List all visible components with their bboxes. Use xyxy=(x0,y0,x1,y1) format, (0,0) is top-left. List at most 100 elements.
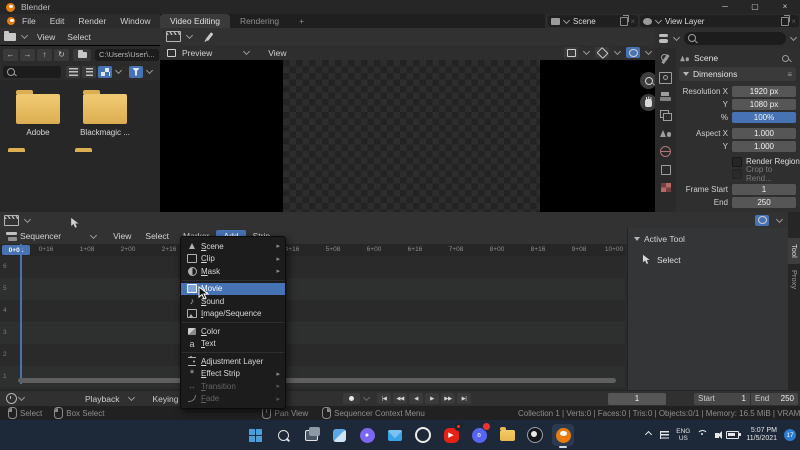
add-menu-item-text[interactable]: a Text xyxy=(181,338,285,351)
sequencer-overlay-dropdown[interactable] xyxy=(775,215,784,223)
play-reverse-button[interactable]: ◀ xyxy=(409,393,423,404)
back-button[interactable]: ← xyxy=(3,48,18,61)
tab-tool[interactable]: Tool xyxy=(788,238,800,264)
close-button[interactable]: × xyxy=(770,0,800,14)
add-menu-item-scene[interactable]: Scene ▸ xyxy=(181,240,285,253)
add-menu-item-color[interactable]: Color xyxy=(181,325,285,338)
preview-display-mode[interactable]: Preview xyxy=(182,48,212,58)
outliner-filter-dropdown[interactable] xyxy=(789,33,798,41)
battery-icon[interactable] xyxy=(726,431,741,439)
current-frame-field[interactable]: 1 xyxy=(608,392,666,405)
folder-item[interactable]: Blackmagic ... xyxy=(75,90,135,137)
refresh-button[interactable]: ↻ xyxy=(54,48,69,61)
world-tab-icon[interactable] xyxy=(660,146,671,157)
record-dropdown[interactable] xyxy=(362,393,371,402)
crop-to-render-checkbox[interactable] xyxy=(732,168,742,179)
blender-menu-icon[interactable] xyxy=(7,17,15,25)
display-horizontal-list-button[interactable] xyxy=(82,65,96,78)
view-layer-selector[interactable]: View Layer × xyxy=(640,15,799,27)
shading-toggle[interactable] xyxy=(626,47,640,58)
playhead-frame-label[interactable]: 0+01 xyxy=(2,245,30,255)
overlay-toggle[interactable] xyxy=(595,46,609,59)
display-thumbnails-button[interactable] xyxy=(98,65,112,78)
forward-button[interactable]: → xyxy=(20,48,35,61)
jump-to-start-button[interactable]: |◀ xyxy=(377,393,391,404)
menu-file[interactable]: File xyxy=(15,14,43,28)
render-tab-icon[interactable] xyxy=(659,72,672,84)
next-keyframe-button[interactable]: ▶▶ xyxy=(441,393,455,404)
add-menu-item-movie[interactable]: Movie xyxy=(181,282,285,295)
texture-tab-icon[interactable] xyxy=(660,183,671,192)
add-menu-item-adjustment-layer[interactable]: Adjustment Layer xyxy=(181,355,285,368)
mail-app[interactable] xyxy=(384,424,406,446)
tool-tab-icon[interactable] xyxy=(660,54,671,64)
folder-item[interactable]: Adobe xyxy=(8,90,68,137)
add-menu-item-mask[interactable]: Mask ▸ xyxy=(181,265,285,278)
taskbar-search[interactable] xyxy=(272,424,294,446)
add-menu-item-clip[interactable]: Clip ▸ xyxy=(181,253,285,266)
task-view-button[interactable] xyxy=(300,424,322,446)
output-tab-icon[interactable] xyxy=(660,92,671,102)
start-button[interactable] xyxy=(244,424,266,446)
frame-end-field[interactable]: 250 xyxy=(732,197,796,208)
sequencer-overlay-toggle[interactable] xyxy=(755,214,769,226)
taskbar-clock[interactable]: 5:07 PM 11/5/2021 xyxy=(746,427,777,443)
outliner-search-input[interactable] xyxy=(684,31,786,45)
add-menu-item-fade[interactable]: Fade ▸ xyxy=(181,393,285,406)
remove-icon[interactable]: × xyxy=(791,17,796,26)
resolution-percent-field[interactable]: 100% xyxy=(732,112,796,123)
sequencer-channels[interactable]: 6 5 4 3 2 1 xyxy=(0,256,625,390)
maximize-button[interactable]: ▢ xyxy=(740,0,770,14)
resolution-y-field[interactable]: 1080 px xyxy=(732,99,796,110)
discord-app[interactable]: ʚ xyxy=(468,422,491,446)
aspect-y-field[interactable]: 1.000 xyxy=(732,141,796,152)
outliner-display-mode-icon[interactable] xyxy=(659,33,669,43)
collection-tab-icon[interactable] xyxy=(660,165,671,175)
menu-edit[interactable]: Edit xyxy=(43,14,72,28)
menu-playback[interactable]: Playback xyxy=(78,392,127,406)
active-tool-row[interactable]: Select xyxy=(628,244,789,265)
sequencer-editor-icon[interactable] xyxy=(166,31,181,42)
timeline-ruler[interactable]: 0+01 0+16 1+08 2+00 2+16 3+08 4+00 4+16 … xyxy=(0,244,625,256)
preview-menu-view[interactable]: View xyxy=(261,46,293,60)
file-browser-editor-icon[interactable] xyxy=(4,30,16,41)
frame-start-field[interactable]: Start 1 xyxy=(694,392,750,405)
frame-start-field[interactable]: 1 xyxy=(732,184,796,195)
auto-keyframe-button[interactable] xyxy=(343,393,360,404)
gizmo-toggle[interactable] xyxy=(564,47,578,58)
tab-rendering[interactable]: Rendering xyxy=(230,14,289,28)
parent-dir-button[interactable]: ↑ xyxy=(37,48,52,61)
add-menu-item-effect-strip[interactable]: * Effect Strip ▸ xyxy=(181,368,285,381)
shading-dropdown[interactable] xyxy=(644,47,653,56)
obs-app[interactable] xyxy=(524,424,546,446)
copy-icon[interactable] xyxy=(781,15,790,26)
sequencer-menu-select[interactable]: Select xyxy=(138,228,176,244)
file-explorer[interactable] xyxy=(496,424,518,446)
file-browser-menu-view[interactable]: View xyxy=(33,30,59,44)
play-button[interactable]: ▶ xyxy=(425,393,439,404)
widgets-button[interactable] xyxy=(328,424,350,446)
clipchamp-app[interactable]: ● xyxy=(356,424,378,446)
filter-button[interactable] xyxy=(129,65,143,78)
unlink-icon[interactable]: × xyxy=(630,17,635,26)
new-directory-button[interactable] xyxy=(73,48,91,61)
minimize-button[interactable]: ─ xyxy=(710,0,740,14)
gizmo-dropdown[interactable] xyxy=(582,47,591,56)
menu-render[interactable]: Render xyxy=(71,14,113,28)
frame-end-field[interactable]: End 250 xyxy=(751,392,798,405)
speaker-icon[interactable] xyxy=(715,430,723,439)
render-region-checkbox[interactable] xyxy=(732,156,742,167)
horizontal-scrollbar[interactable] xyxy=(18,378,616,383)
playhead[interactable] xyxy=(20,244,22,384)
wifi-icon[interactable] xyxy=(697,429,709,441)
ring-app[interactable] xyxy=(412,424,434,446)
search-input[interactable] xyxy=(3,65,61,78)
add-menu-item-sound[interactable]: ♪ Sound xyxy=(181,295,285,308)
sequencer-menu-view[interactable]: View xyxy=(106,228,138,244)
aspect-x-field[interactable]: 1.000 xyxy=(732,128,796,139)
overlay-dropdown[interactable] xyxy=(613,47,622,56)
copy-icon[interactable] xyxy=(620,15,629,26)
active-tool-panel-header[interactable]: Active Tool xyxy=(628,228,789,244)
jump-to-end-button[interactable]: ▶| xyxy=(457,393,471,404)
tray-expand-icon[interactable] xyxy=(645,430,653,438)
